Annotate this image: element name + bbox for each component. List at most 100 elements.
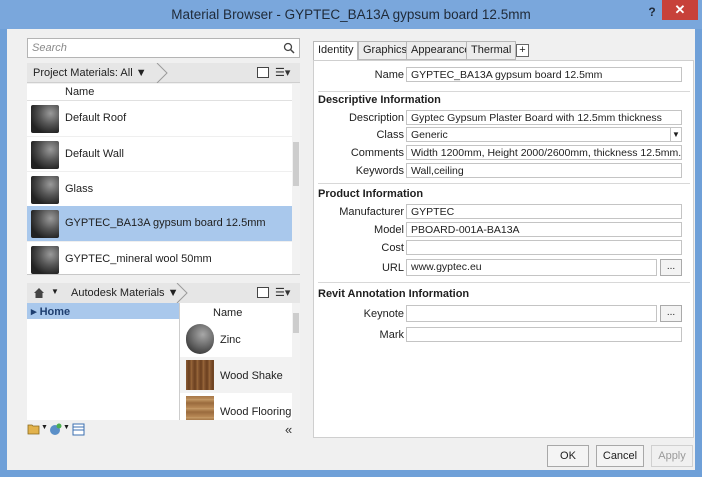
ok-button[interactable]: OK: [547, 445, 589, 467]
class-label: Class: [376, 129, 404, 141]
mark-field[interactable]: [406, 327, 682, 342]
wood-shake-swatch-icon: [186, 360, 214, 390]
material-swatch-icon: [31, 246, 59, 274]
library-item-name: Wood Shake: [220, 370, 283, 382]
class-value: Generic: [411, 129, 448, 141]
keywords-field[interactable]: Wall,ceiling: [406, 163, 682, 178]
tree-item-home[interactable]: ▸ Home: [27, 303, 179, 319]
library-bar: ▼ Autodesk Materials ▼ ☰▾: [27, 283, 300, 303]
library-list-options-icon[interactable]: ☰▾: [275, 286, 290, 299]
material-swatch-icon: [31, 210, 59, 238]
breadcrumb-arrow-icon: [176, 283, 188, 303]
open-library-icon[interactable]: [27, 423, 41, 435]
url-label: URL: [381, 262, 404, 274]
materials-column-header[interactable]: Name: [27, 84, 292, 101]
tab-appearance[interactable]: Appearance: [406, 41, 476, 60]
material-name: GYPTEC_mineral wool 50mm: [65, 253, 212, 265]
library-breadcrumb[interactable]: Autodesk Materials ▼: [71, 287, 179, 299]
material-name: Default Roof: [65, 112, 127, 124]
library-column-header[interactable]: Name: [180, 303, 293, 320]
library-row-zinc[interactable]: Zinc: [180, 321, 293, 357]
class-select[interactable]: Generic: [406, 127, 682, 142]
window-title: Material Browser - GYPTEC_BA13A gypsum b…: [171, 7, 531, 22]
library-item-name: Zinc: [220, 334, 241, 346]
asset-editor-icon[interactable]: [72, 423, 85, 436]
materials-scrollbar[interactable]: [292, 84, 300, 274]
description-label: Description: [348, 112, 404, 124]
material-row-default-wall[interactable]: Default Wall: [27, 136, 292, 171]
model-field[interactable]: PBOARD-001A-BA13A: [406, 222, 682, 237]
tab-thermal[interactable]: Thermal: [466, 41, 517, 60]
create-material-icon[interactable]: [49, 423, 62, 436]
library-item-name: Wood Flooring: [220, 406, 292, 418]
scrollbar-thumb[interactable]: [293, 313, 299, 333]
collapse-library-button[interactable]: «: [285, 422, 292, 437]
library-row-wood-shake[interactable]: Wood Shake: [180, 357, 293, 393]
annotation-section-title: Revit Annotation Information: [318, 288, 470, 300]
model-label: Model: [374, 224, 404, 236]
section-divider: [318, 91, 690, 92]
add-asset-button[interactable]: +: [516, 44, 529, 57]
material-swatch-icon: [31, 105, 59, 133]
tab-identity[interactable]: Identity: [313, 41, 359, 62]
url-browse-button[interactable]: ...: [660, 259, 682, 276]
material-name: Glass: [65, 183, 94, 195]
keynote-browse-button[interactable]: ...: [660, 305, 682, 322]
library-materials-list: Name Zinc Wood Shake Wood Flooring: [179, 303, 300, 420]
material-row-gyptec-ba13a[interactable]: GYPTEC_BA13A gypsum board 12.5mm: [27, 206, 292, 241]
material-swatch-icon: [31, 176, 59, 204]
manufacturer-label: Manufacturer: [339, 206, 404, 218]
manufacturer-field[interactable]: GYPTEC: [406, 204, 682, 219]
name-column-label: Name: [213, 307, 243, 319]
identity-panel: Name GYPTEC_BA13A gypsum board 12.5mm De…: [313, 60, 694, 438]
scrollbar-thumb[interactable]: [293, 142, 299, 186]
chevron-down-icon[interactable]: ▼: [670, 128, 681, 141]
project-materials-list: Name Default Roof Default Wall Glass GYP…: [27, 84, 300, 275]
library-view-toggle-icon[interactable]: [257, 287, 269, 298]
close-button[interactable]: ✕: [662, 0, 698, 20]
material-row-glass[interactable]: Glass: [27, 171, 292, 206]
mark-label: Mark: [379, 329, 404, 341]
list-options-icon[interactable]: ☰▾: [275, 66, 290, 79]
apply-button[interactable]: Apply: [651, 445, 693, 467]
name-field[interactable]: GYPTEC_BA13A gypsum board 12.5mm: [406, 67, 682, 82]
descriptive-section-title: Descriptive Information: [318, 94, 441, 106]
material-name: GYPTEC_BA13A gypsum board 12.5mm: [65, 217, 266, 229]
search-icon[interactable]: [283, 42, 295, 54]
view-toggle-icon[interactable]: [257, 67, 269, 78]
keynote-label: Keynote: [363, 308, 404, 320]
library-row-wood-flooring[interactable]: Wood Flooring: [180, 393, 293, 420]
comments-field[interactable]: Width 1200mm, Height 2000/2600mm, thickn…: [406, 145, 682, 160]
create-dropdown-icon[interactable]: ▼: [63, 424, 70, 431]
help-button[interactable]: ?: [644, 4, 660, 20]
cost-field[interactable]: [406, 240, 682, 255]
section-divider: [318, 183, 690, 184]
product-section-title: Product Information: [318, 188, 424, 200]
url-field[interactable]: www.gyptec.eu: [406, 259, 657, 276]
material-row-default-roof[interactable]: Default Roof: [27, 101, 292, 136]
project-materials-filter[interactable]: Project Materials: All ▼: [33, 67, 147, 79]
search-input[interactable]: Search: [27, 38, 300, 58]
material-row-gyptec-mineral-wool[interactable]: GYPTEC_mineral wool 50mm: [27, 241, 292, 274]
search-placeholder: Search: [32, 42, 67, 54]
description-field[interactable]: Gyptec Gypsum Plaster Board with 12.5mm …: [406, 110, 682, 125]
keynote-field[interactable]: [406, 305, 657, 322]
zinc-swatch-icon: [186, 324, 214, 354]
comments-label: Comments: [350, 147, 404, 159]
material-swatch-icon: [31, 141, 59, 169]
library-dropdown-icon[interactable]: ▼: [41, 424, 48, 431]
title-bar[interactable]: Material Browser - GYPTEC_BA13A gypsum b…: [0, 0, 702, 29]
home-dropdown-icon[interactable]: ▼: [51, 287, 59, 296]
home-icon[interactable]: [33, 287, 45, 299]
cost-label: Cost: [381, 242, 404, 254]
cancel-button[interactable]: Cancel: [596, 445, 644, 467]
material-name: Default Wall: [65, 148, 124, 160]
wood-flooring-swatch-icon: [186, 396, 214, 420]
library-scrollbar[interactable]: [292, 303, 300, 420]
section-divider: [318, 282, 690, 283]
name-column-label: Name: [65, 86, 95, 98]
project-materials-bar: Project Materials: All ▼ ☰▾: [27, 63, 300, 83]
library-tools: ▼ ▼ «: [27, 421, 300, 439]
tab-graphics[interactable]: Graphics: [358, 41, 413, 60]
breadcrumb-arrow-icon: [156, 63, 168, 83]
